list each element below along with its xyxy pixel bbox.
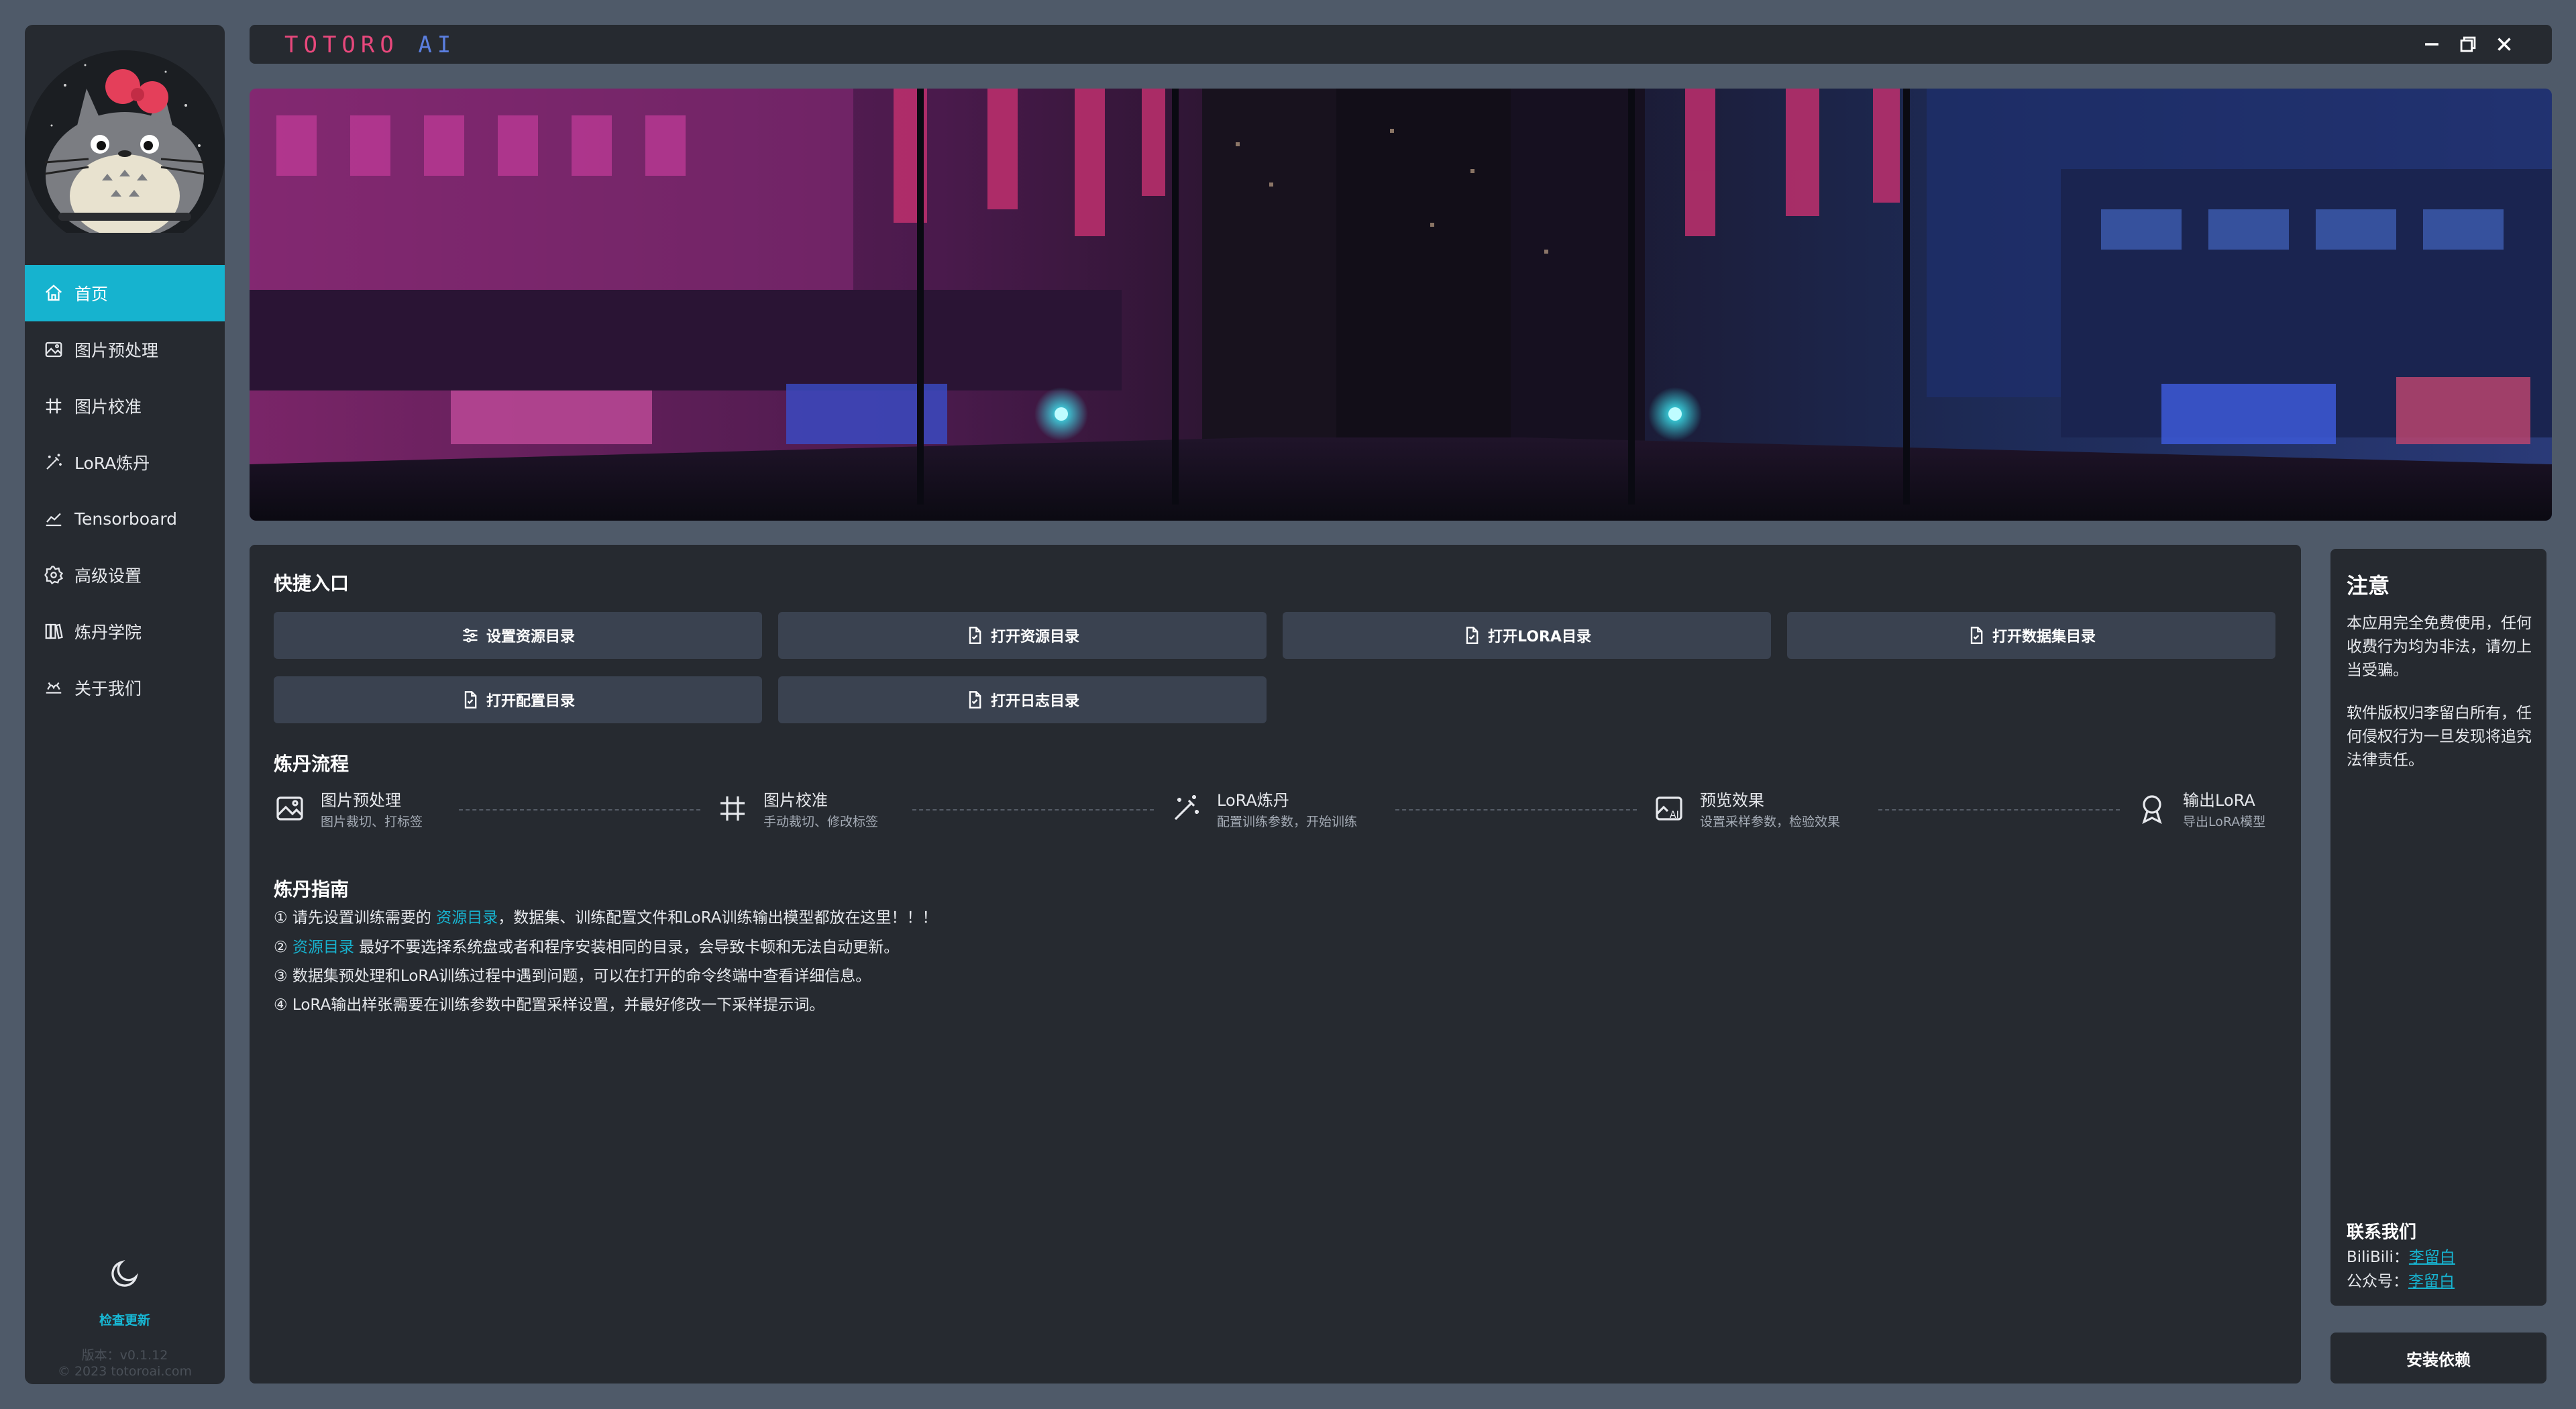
sidebar-footer: 检查更新 版本：v0.1.12 © 2023 totoroai.com xyxy=(25,1250,225,1384)
chart-line-icon xyxy=(44,509,64,529)
flow-step-train[interactable]: LoRA炼丹 配置训练参数，开始训练 xyxy=(1170,785,1357,832)
moon-icon[interactable] xyxy=(108,1257,142,1290)
open-config-dir-button[interactable]: 打开配置目录 xyxy=(274,676,762,723)
notice-paragraph-2: 软件版权归李留白所有，任何侵权行为一旦发现将追究法律责任。 xyxy=(2347,704,2532,769)
flow-step-desc: 手动裁切、修改标签 xyxy=(763,815,879,829)
flow-step-desc: 配置训练参数，开始训练 xyxy=(1217,815,1358,829)
file-icon xyxy=(1970,627,1983,644)
file-icon xyxy=(969,691,981,709)
about-icon xyxy=(44,678,64,698)
flow-connector xyxy=(1395,809,1637,811)
training-guide-title: 炼丹指南 xyxy=(274,878,350,900)
flow-step-export[interactable]: 输出LoRA 导出LoRA模型 xyxy=(2136,785,2265,832)
sidebar-item-advanced-settings[interactable]: 高级设置 xyxy=(25,547,225,603)
close-icon[interactable] xyxy=(2493,33,2516,56)
training-flow: 图片预处理 图片裁切、打标签 图片校准 手动裁切、修改标签 LoRA炼丹 配置训… xyxy=(274,785,2277,832)
flow-step-desc: 导出LoRA模型 xyxy=(2183,815,2266,829)
flow-step-title: 输出LoRA xyxy=(2183,791,2255,810)
sidebar-item-lora-train[interactable]: LoRA炼丹 xyxy=(25,434,225,490)
crop-icon xyxy=(44,396,64,416)
crop-icon xyxy=(716,792,749,825)
notice-paragraph-1: 本应用完全免费使用，任何收费行为均为非法，请勿上当受骗。 xyxy=(2347,615,2532,679)
image-icon xyxy=(274,792,306,825)
flow-step-desc: 图片裁切、打标签 xyxy=(321,815,423,829)
ai-image-icon: AI xyxy=(1653,792,1685,825)
sidebar-item-label: 关于我们 xyxy=(74,679,142,698)
contact-title: 联系我们 xyxy=(2347,1222,2417,1243)
sidebar-item-tensorboard[interactable]: Tensorboard xyxy=(25,490,225,547)
sliders-icon xyxy=(463,628,478,643)
guide-line-2: ② 资源目录 最好不要选择系统盘或者和程序安装相同的目录，会导致卡顿和无法自动更… xyxy=(274,939,900,956)
guide-line-3: ③ 数据集预处理和LoRA训练过程中遇到问题，可以在打开的命令终端中查看详细信息… xyxy=(274,968,871,985)
minimize-icon[interactable] xyxy=(2420,33,2443,56)
install-dependencies-button[interactable]: 安装依赖 xyxy=(2330,1333,2546,1384)
flow-connector xyxy=(459,809,700,811)
file-icon xyxy=(1466,627,1479,644)
flow-step-title: 预览效果 xyxy=(1700,791,1764,810)
banner-image xyxy=(250,89,2552,521)
sidebar-item-label: 图片校准 xyxy=(74,397,142,417)
open-lora-dir-button[interactable]: 打开LORA目录 xyxy=(1283,612,1771,659)
flow-step-calibrate[interactable]: 图片校准 手动裁切、修改标签 xyxy=(716,785,878,832)
books-icon xyxy=(44,621,64,641)
file-icon xyxy=(969,627,981,644)
file-icon xyxy=(464,691,477,709)
gear-icon xyxy=(44,565,64,585)
sidebar-item-label: LoRA炼丹 xyxy=(74,454,150,473)
flow-connector xyxy=(1878,809,2120,811)
bilibili-link[interactable]: 李留白 xyxy=(2409,1249,2455,1266)
set-resource-dir-button[interactable]: 设置资源目录 xyxy=(274,612,762,659)
magic-wand-icon xyxy=(44,452,64,472)
sidebar-item-label: 图片预处理 xyxy=(74,341,159,360)
flow-step-preview[interactable]: AI 预览效果 设置采样参数，检验效果 xyxy=(1653,785,1840,832)
flow-step-desc: 设置采样参数，检验效果 xyxy=(1700,815,1841,829)
flow-step-title: LoRA炼丹 xyxy=(1217,791,1289,810)
flow-connector xyxy=(912,809,1154,811)
sidebar: 首页 图片预处理 图片校准 LoRA炼丹 Tensorboard 高级设置 炼丹… xyxy=(25,25,225,1384)
open-dataset-dir-button[interactable]: 打开数据集目录 xyxy=(1787,612,2275,659)
notice-title: 注意 xyxy=(2347,573,2390,598)
guide-line-1: ① 请先设置训练需要的 资源目录，数据集、训练配置文件和LoRA训练输出模型都放… xyxy=(274,909,938,927)
contact-wechat: 公众号：李留白 xyxy=(2347,1273,2455,1290)
sidebar-nav: 首页 图片预处理 图片校准 LoRA炼丹 Tensorboard 高级设置 炼丹… xyxy=(25,265,225,716)
resource-dir-link[interactable]: 资源目录 xyxy=(436,909,498,927)
app-logo xyxy=(25,25,225,252)
sidebar-item-image-calibrate[interactable]: 图片校准 xyxy=(25,378,225,434)
sidebar-item-label: 首页 xyxy=(74,284,109,304)
guide-line-4: ④ LoRA输出样张需要在训练参数中配置采样设置，并最好修改一下采样提示词。 xyxy=(274,996,825,1014)
flow-step-preprocess[interactable]: 图片预处理 图片裁切、打标签 xyxy=(274,785,423,832)
main-panel: 快捷入口 设置资源目录 打开资源目录 打开LORA目录 打开数据集目录 打开配置… xyxy=(250,545,2301,1384)
check-update-link[interactable]: 检查更新 xyxy=(25,1310,225,1328)
quick-entry-title: 快捷入口 xyxy=(274,572,350,594)
title-bar: TOTORO AI xyxy=(250,25,2552,64)
notice-panel: 注意 本应用完全免费使用，任何收费行为均为非法，请勿上当受骗。 软件版权归李留白… xyxy=(2330,549,2546,1306)
restore-icon[interactable] xyxy=(2457,33,2479,56)
resource-dir-link[interactable]: 资源目录 xyxy=(292,939,354,956)
sidebar-item-about[interactable]: 关于我们 xyxy=(25,660,225,716)
home-icon xyxy=(44,283,64,303)
image-icon xyxy=(44,340,64,360)
open-log-dir-button[interactable]: 打开日志目录 xyxy=(778,676,1267,723)
sidebar-item-label: 炼丹学院 xyxy=(74,623,142,642)
copyright-text: © 2023 totoroai.com xyxy=(57,1364,193,1379)
award-icon xyxy=(2136,792,2168,825)
open-resource-dir-button[interactable]: 打开资源目录 xyxy=(778,612,1267,659)
wechat-link[interactable]: 李留白 xyxy=(2408,1273,2455,1290)
svg-text:AI: AI xyxy=(1670,810,1679,821)
flow-step-title: 图片校准 xyxy=(763,791,828,810)
sidebar-item-label: Tensorboard xyxy=(74,509,178,529)
contact-bilibili: BiliBili：李留白 xyxy=(2347,1249,2455,1266)
sidebar-item-image-preprocess[interactable]: 图片预处理 xyxy=(25,321,225,378)
sidebar-item-home[interactable]: 首页 xyxy=(25,265,225,321)
version-text: 版本：v0.1.12 xyxy=(81,1348,168,1363)
sidebar-item-label: 高级设置 xyxy=(74,566,142,586)
flow-step-title: 图片预处理 xyxy=(321,791,401,810)
brand-logo: TOTORO AI xyxy=(284,32,457,58)
training-flow-title: 炼丹流程 xyxy=(274,753,350,775)
sidebar-item-academy[interactable]: 炼丹学院 xyxy=(25,603,225,660)
magic-wand-icon xyxy=(1170,792,1202,825)
